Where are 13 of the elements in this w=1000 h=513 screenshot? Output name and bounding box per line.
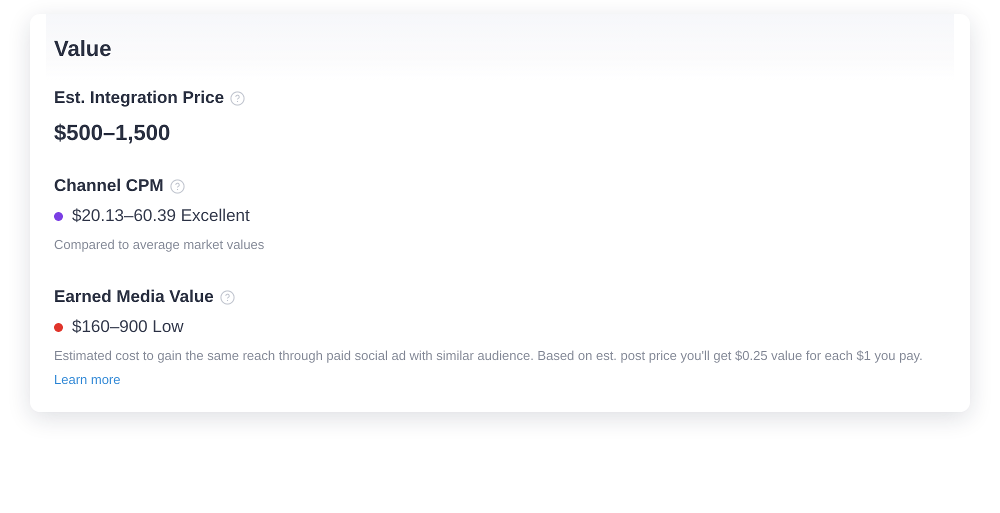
section-label: Channel CPM (54, 176, 164, 196)
learn-more-link[interactable]: Learn more (54, 372, 120, 387)
description-text: Compared to average market values (54, 236, 266, 254)
help-icon[interactable] (220, 290, 235, 304)
section-label: Est. Integration Price (54, 88, 224, 108)
help-icon[interactable] (230, 90, 246, 106)
help-icon[interactable] (170, 178, 185, 194)
description-text: Estimated cost to gain the same reach through paid social ad with similar audience. Based on est. post price you'll get $0.25 value for each $1 you pay. Learn more (54, 347, 924, 389)
metric-reading: $160–900 Low (72, 317, 184, 337)
section-label: Earned Media Value (54, 287, 214, 307)
card-title: Value (54, 36, 112, 62)
price-value: $500–1,500 (54, 120, 170, 146)
metric-reading: $20.13–60.39 Excellent (72, 206, 250, 226)
